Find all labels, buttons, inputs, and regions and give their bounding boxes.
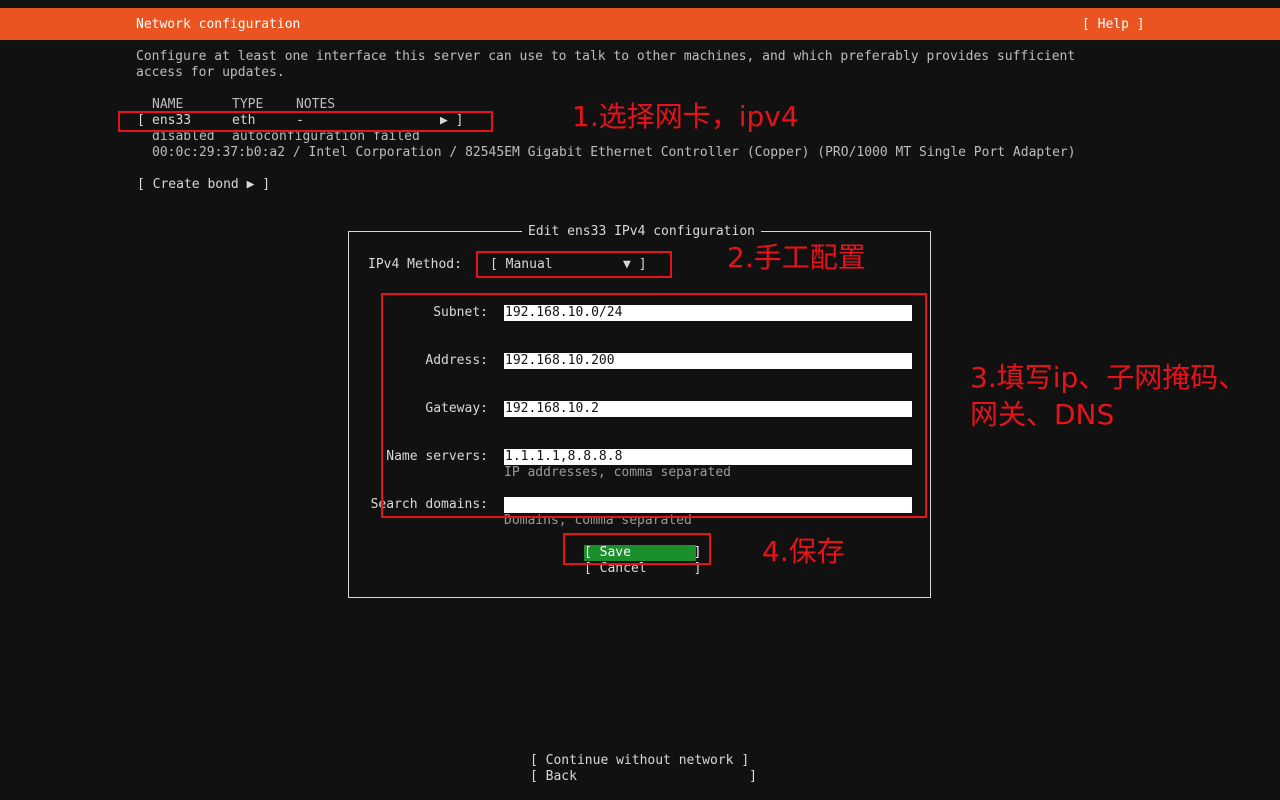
help-button[interactable]: [ Help ]: [1082, 17, 1145, 33]
annotation-box-interface: [118, 111, 493, 132]
description-line-1: Configure at least one interface this se…: [136, 49, 1076, 64]
back-button[interactable]: [ Back ]: [530, 769, 757, 785]
page-title: Network configuration: [136, 17, 301, 32]
annotation-step-3-line-1: 3.填写ip、子网掩码、: [970, 361, 1247, 394]
continue-without-network-button[interactable]: [ Continue without network ]: [530, 753, 749, 769]
description-line-2: access for updates.: [136, 65, 285, 80]
title-bar: Network configuration [ Help ]: [0, 8, 1280, 40]
annotation-box-fields: [381, 293, 927, 518]
annotation-step-2: 2.手工配置: [727, 241, 866, 274]
create-bond-button[interactable]: [ Create bond ▶ ]: [137, 177, 270, 193]
interface-hardware-info: 00:0c:29:37:b0:a2 / Intel Corporation / …: [152, 145, 1076, 160]
annotation-step-3-line-2: 网关、DNS: [970, 398, 1115, 431]
annotation-box-save: [563, 533, 711, 565]
annotation-step-1: 1.选择网卡，ipv4: [572, 100, 799, 133]
dialog-title: Edit ens33 IPv4 configuration: [522, 224, 761, 240]
ipv4-method-label: IPv4 Method:: [368, 257, 462, 272]
annotation-box-method: [476, 251, 672, 278]
annotation-step-4: 4.保存: [762, 535, 845, 568]
